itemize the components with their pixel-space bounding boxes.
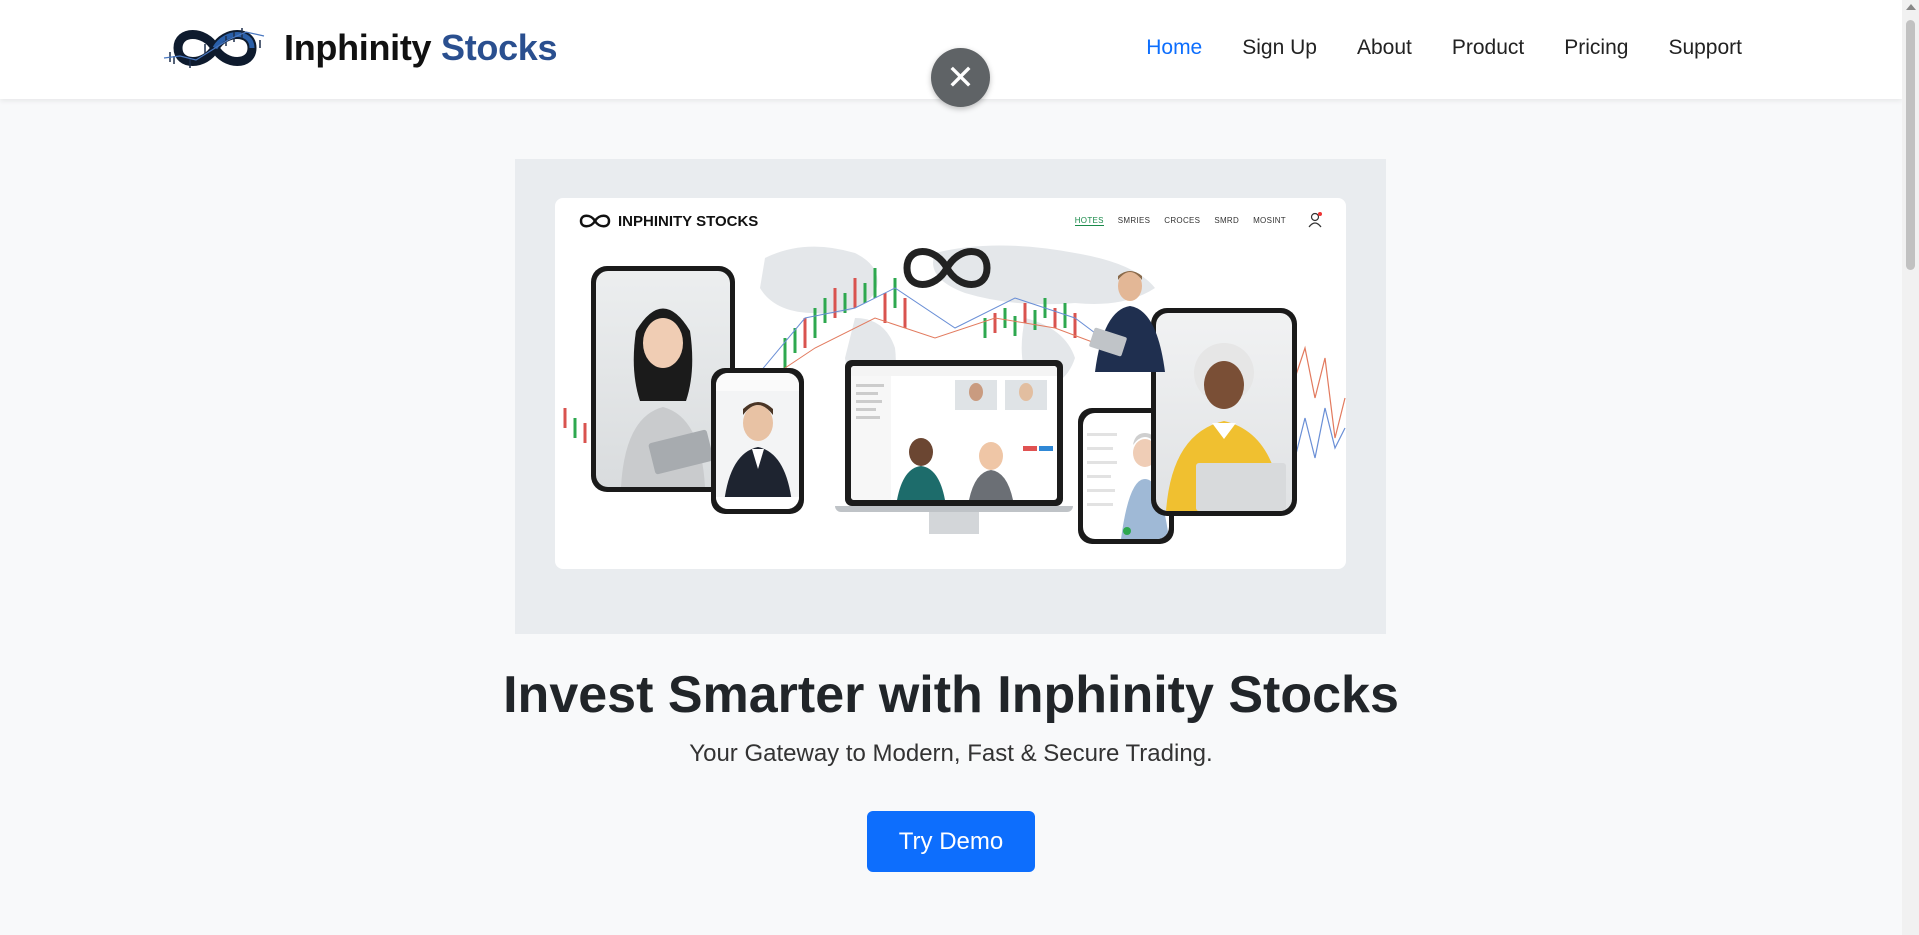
hero-mini-nav: HOTES SMRIES CROCES SMRD MOSINT bbox=[1074, 216, 1286, 226]
nav-pricing[interactable]: Pricing bbox=[1564, 36, 1628, 60]
mini-infinity-icon bbox=[579, 214, 611, 228]
hero-mini-nav-item: MOSINT bbox=[1253, 216, 1286, 225]
close-button[interactable]: ✕ bbox=[931, 48, 990, 107]
scroll-up-arrow-icon[interactable] bbox=[1906, 4, 1916, 10]
vertical-scrollbar[interactable] bbox=[1902, 0, 1919, 935]
nav-sign-up[interactable]: Sign Up bbox=[1242, 36, 1317, 60]
hero-mini-nav-item: SMRIES bbox=[1117, 216, 1151, 225]
person-woman-icon bbox=[621, 308, 714, 487]
hero-image: INPHINITY STOCKS HOTES SMRIES CROCES SMR… bbox=[515, 159, 1386, 634]
brand[interactable]: Inphinity Stocks bbox=[160, 18, 558, 78]
hero-title: Invest Smarter with Inphinity Stocks bbox=[503, 666, 1399, 724]
monitor-stand bbox=[929, 512, 979, 534]
dashboard-preview bbox=[851, 366, 1057, 500]
scrollbar-thumb[interactable] bbox=[1906, 20, 1915, 270]
person-standing-man-icon bbox=[1089, 271, 1165, 372]
brand-name: Inphinity Stocks bbox=[284, 27, 558, 69]
phone-device bbox=[711, 368, 804, 514]
nav-product[interactable]: Product bbox=[1452, 36, 1524, 60]
hero-image-card: INPHINITY STOCKS HOTES SMRIES CROCES SMR… bbox=[555, 198, 1346, 569]
main-nav: Home Sign Up About Product Pricing Suppo… bbox=[1146, 36, 1742, 60]
hero-mini-nav-item: CROCES bbox=[1164, 216, 1201, 225]
hero-subtitle: Your Gateway to Modern, Fast & Secure Tr… bbox=[689, 740, 1213, 767]
hero-mini-brand-text: INPHINITY STOCKS bbox=[618, 212, 759, 230]
person-man-icon bbox=[716, 373, 799, 509]
tablet-right-screen bbox=[1156, 313, 1292, 511]
brand-name-primary: Inphinity bbox=[284, 27, 432, 68]
nav-support[interactable]: Support bbox=[1668, 36, 1742, 60]
try-demo-button[interactable]: Try Demo bbox=[867, 811, 1035, 872]
hero-mini-nav-item: SMRD bbox=[1214, 216, 1240, 225]
phone-screen bbox=[716, 373, 799, 509]
monitor-screen bbox=[851, 366, 1057, 500]
nav-about[interactable]: About bbox=[1357, 36, 1412, 60]
person-elder-woman-icon bbox=[1166, 343, 1286, 511]
desktop-monitor bbox=[835, 360, 1073, 534]
infinity-logo-icon bbox=[163, 28, 265, 68]
hero-mini-nav-item: HOTES bbox=[1074, 216, 1104, 226]
tablet-screen bbox=[596, 271, 730, 487]
hero-mini-brand: INPHINITY STOCKS bbox=[578, 212, 758, 230]
tablet-device-right bbox=[1151, 308, 1297, 516]
user-icon bbox=[1308, 212, 1322, 228]
close-icon: ✕ bbox=[946, 58, 975, 97]
brand-name-secondary: Stocks bbox=[440, 27, 558, 68]
nav-home[interactable]: Home bbox=[1146, 36, 1202, 60]
